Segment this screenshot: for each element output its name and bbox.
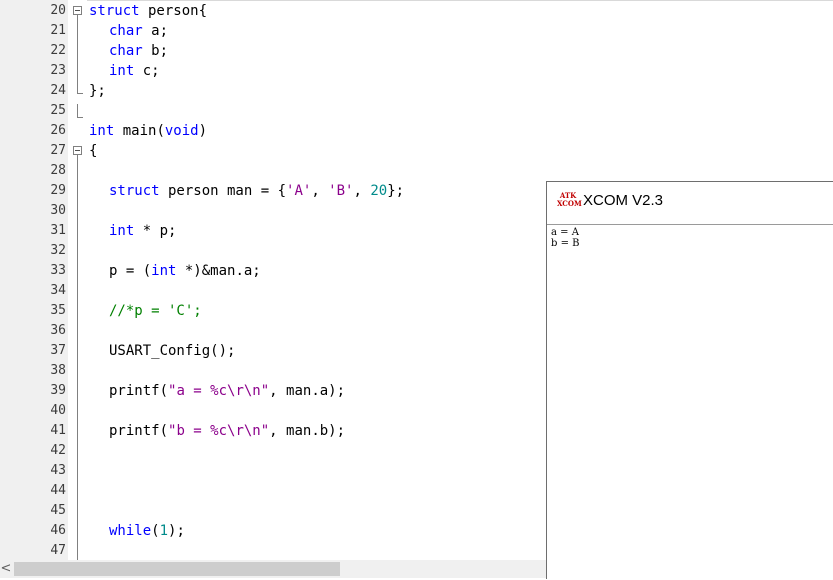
code-text: while(1);	[109, 523, 185, 539]
received-line: b = B	[551, 238, 580, 249]
code-line: 20 struct person{	[0, 1, 833, 21]
line-number: 40	[50, 403, 66, 418]
line-number: 29	[50, 183, 66, 198]
fold-collapse-icon[interactable]	[73, 146, 82, 155]
code-text: char b;	[109, 43, 169, 59]
line-number: 44	[50, 483, 66, 498]
code-line: 28	[0, 161, 833, 181]
line-number: 32	[50, 243, 66, 258]
code-line: 27 {	[0, 141, 833, 161]
line-number: 30	[50, 203, 66, 218]
code-line: 24 };	[0, 81, 833, 101]
code-line: 25	[0, 101, 833, 121]
code-text: int * p;	[109, 223, 177, 239]
line-number: 33	[50, 263, 66, 278]
line-number: 27	[50, 143, 66, 158]
xcom-title-bar[interactable]: ATK XCOM XCOM V2.3	[547, 182, 833, 222]
fold-guide-line	[77, 15, 78, 93]
line-number: 25	[50, 103, 66, 118]
code-text: {	[89, 143, 98, 159]
code-line: 21 char a;	[0, 21, 833, 41]
code-text: char a;	[109, 23, 169, 39]
fold-guide-line	[77, 104, 78, 118]
received-line: a = A	[551, 227, 579, 238]
line-number: 37	[50, 343, 66, 358]
line-number: 28	[50, 163, 66, 178]
line-number: 36	[50, 323, 66, 338]
line-number: 47	[50, 543, 66, 558]
scroll-left-arrow-icon[interactable]: <	[0, 560, 12, 578]
code-text: struct person{	[89, 3, 208, 19]
line-number: 22	[50, 43, 66, 58]
serial-receive-area[interactable]: a = A b = B	[547, 224, 833, 580]
code-text: struct person man = {'A', 'B', 20};	[109, 183, 405, 199]
fold-guide-line	[77, 155, 78, 560]
fold-end-marker	[77, 117, 83, 118]
horizontal-scrollbar[interactable]: <	[0, 560, 547, 578]
line-number: 21	[50, 23, 66, 38]
code-text: };	[89, 83, 106, 99]
atk-xcom-logo-icon: ATK XCOM	[557, 191, 582, 208]
code-line: 26 int main(void)	[0, 121, 833, 141]
scrollbar-thumb[interactable]	[14, 562, 340, 576]
line-number: 38	[50, 363, 66, 378]
code-comment: //*p = 'C';	[109, 303, 202, 319]
code-line: 22 char b;	[0, 41, 833, 61]
line-number: 24	[50, 83, 66, 98]
line-number: 42	[50, 443, 66, 458]
code-text: int c;	[109, 63, 160, 79]
line-number: 46	[50, 523, 66, 538]
code-text: USART_Config();	[109, 343, 236, 359]
line-number: 26	[50, 123, 66, 138]
line-number: 39	[50, 383, 66, 398]
fold-collapse-icon[interactable]	[73, 6, 82, 15]
code-text: printf("a = %c\r\n", man.a);	[109, 383, 346, 399]
line-number: 23	[50, 63, 66, 78]
line-number: 31	[50, 223, 66, 238]
code-line: 23 int c;	[0, 61, 833, 81]
line-number: 43	[50, 463, 66, 478]
xcom-window-title: XCOM V2.3	[583, 192, 664, 209]
line-number: 45	[50, 503, 66, 518]
xcom-window[interactable]: ATK XCOM XCOM V2.3 a = A b = B	[546, 181, 833, 580]
line-number: 35	[50, 303, 66, 318]
line-number: 34	[50, 283, 66, 298]
line-number: 20	[50, 3, 66, 18]
line-number: 41	[50, 423, 66, 438]
code-text: p = (int *)&man.a;	[109, 263, 261, 279]
fold-end-marker	[77, 93, 83, 94]
code-text: printf("b = %c\r\n", man.b);	[109, 423, 346, 439]
code-text: int main(void)	[89, 123, 208, 139]
